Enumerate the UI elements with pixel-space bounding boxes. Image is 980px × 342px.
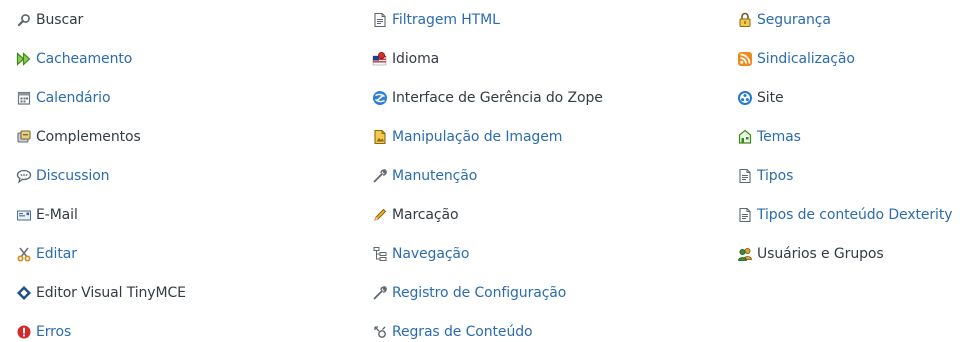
error-icon	[16, 324, 32, 340]
control-panel-label: Segurança	[757, 12, 831, 28]
control-panel-link-temas[interactable]: Temas	[737, 127, 801, 147]
zope-icon	[372, 90, 388, 106]
control-panel-label: Interface de Gerência do Zope	[392, 90, 603, 106]
html-filter-icon	[372, 12, 388, 28]
mail-icon	[16, 207, 32, 223]
control-panel-label: Complementos	[36, 129, 141, 145]
pencil-icon	[372, 207, 388, 223]
cache-icon	[16, 51, 32, 67]
control-panel-link-buscar[interactable]: Buscar	[16, 10, 83, 30]
addons-icon	[16, 129, 32, 145]
control-panel-link-manipulacao-imagem[interactable]: Manipulação de Imagem	[372, 127, 562, 147]
control-panel-link-e-mail[interactable]: E-Mail	[16, 205, 78, 225]
control-panel-label: Sindicalização	[757, 51, 855, 67]
control-panel-link-filtragem-html[interactable]: Filtragem HTML	[372, 10, 500, 30]
wrench-icon	[372, 285, 388, 301]
control-panel-link-tipos-dexterity[interactable]: Tipos de conteúdo Dexterity	[737, 205, 953, 225]
document-icon	[737, 207, 753, 223]
control-panel-label: Editor Visual TinyMCE	[36, 285, 186, 301]
control-panel-link-navegacao[interactable]: Navegação	[372, 244, 469, 264]
control-panel-link-discussion[interactable]: Discussion	[16, 166, 110, 186]
control-panel-link-seguranca[interactable]: Segurança	[737, 10, 831, 30]
lock-icon	[737, 12, 753, 28]
search-icon	[16, 12, 32, 28]
control-panel-label: Temas	[757, 129, 801, 145]
wrench-icon	[372, 168, 388, 184]
control-panel-label: Registro de Configuração	[392, 285, 567, 301]
control-panel-label: Site	[757, 90, 784, 106]
control-panel-link-marcacao[interactable]: Marcação	[372, 205, 459, 225]
control-panel-link-cacheamento[interactable]: Cacheamento	[16, 49, 132, 69]
themes-icon	[737, 129, 753, 145]
image-icon	[372, 129, 388, 145]
site-icon	[737, 90, 753, 106]
calendar-icon	[16, 90, 32, 106]
control-panel-link-regras-conteudo[interactable]: Regras de Conteúdo	[372, 322, 533, 342]
control-panel-label: Buscar	[36, 12, 84, 28]
control-panel-label: Manutenção	[392, 168, 478, 184]
control-panel-link-erros[interactable]: Erros	[16, 322, 71, 342]
control-panel-label: Usuários e Grupos	[757, 246, 884, 262]
content-rules-icon	[372, 324, 388, 340]
control-panel-link-tipos[interactable]: Tipos	[737, 166, 793, 186]
navigation-icon	[372, 246, 388, 262]
control-panel-label: Navegação	[392, 246, 470, 262]
control-panel-label: Manipulação de Imagem	[392, 129, 563, 145]
control-panel-link-interface-zope[interactable]: Interface de Gerência do Zope	[372, 88, 603, 108]
control-panel-link-complementos[interactable]: Complementos	[16, 127, 141, 147]
control-panel-link-idioma[interactable]: Idioma	[372, 49, 439, 69]
control-panel-label: Erros	[36, 324, 72, 340]
tinymce-icon	[16, 285, 32, 301]
control-panel-label: Calendário	[36, 90, 111, 106]
language-icon	[372, 51, 388, 67]
control-panel-link-manutencao[interactable]: Manutenção	[372, 166, 477, 186]
control-panel-label: Marcação	[392, 207, 459, 223]
discussion-icon	[16, 168, 32, 184]
control-panel-label: Cacheamento	[36, 51, 133, 67]
control-panel-link-editor-visual-tinymce[interactable]: Editor Visual TinyMCE	[16, 283, 186, 303]
control-panel-link-editar[interactable]: Editar	[16, 244, 77, 264]
control-panel-link-sindicalizacao[interactable]: Sindicalização	[737, 49, 855, 69]
control-panel-link-site[interactable]: Site	[737, 88, 784, 108]
control-panel-label: Tipos	[757, 168, 794, 184]
control-panel-link-registro-configuracao[interactable]: Registro de Configuração	[372, 283, 566, 303]
control-panel-label: Editar	[36, 246, 77, 262]
control-panel-label: E-Mail	[36, 207, 78, 223]
rss-icon	[737, 51, 753, 67]
scissors-icon	[16, 246, 32, 262]
control-panel-label: Filtragem HTML	[392, 12, 500, 28]
control-panel-label: Tipos de conteúdo Dexterity	[757, 207, 953, 223]
document-icon	[737, 168, 753, 184]
control-panel-label: Discussion	[36, 168, 110, 184]
control-panel-label: Idioma	[392, 51, 440, 67]
users-icon	[737, 246, 753, 262]
control-panel-label: Regras de Conteúdo	[392, 324, 533, 340]
control-panel-link-calendario[interactable]: Calendário	[16, 88, 111, 108]
control-panel-link-usuarios-grupos[interactable]: Usuários e Grupos	[737, 244, 884, 264]
